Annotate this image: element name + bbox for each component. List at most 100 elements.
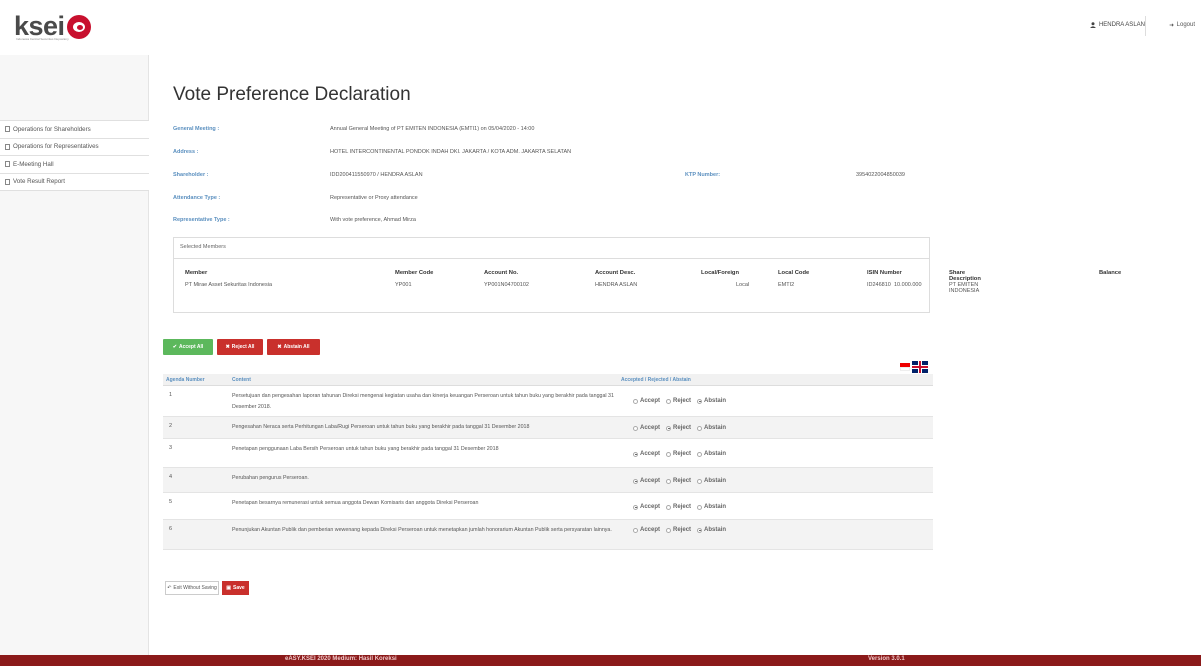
document-icon xyxy=(5,126,10,133)
agenda-content: Perubahan pengurus Perseroan. xyxy=(232,475,309,481)
page-footer: eASY.KSEI 2020 Medium: Hasil Koreksi Ver… xyxy=(0,655,1201,666)
general-meeting-value: Annual General Meeting of PT EMITEN INDO… xyxy=(330,126,535,132)
selected-members-panel: Selected Members Member Member Code Acco… xyxy=(173,237,1121,313)
sidebar-item-emeeting-hall[interactable]: E-Meeting Hall xyxy=(0,156,149,174)
footer-copyright: eASY.KSEI 2020 Medium: Hasil Koreksi xyxy=(285,656,397,662)
agenda-number: 6 xyxy=(169,526,173,532)
exit-label: Exit Without Saving xyxy=(173,585,217,591)
agenda-number: 4 xyxy=(169,474,173,480)
col-header-local-foreign: Local/Foreign xyxy=(701,270,740,276)
agenda-number: 3 xyxy=(169,445,173,451)
vote-options: Accept Reject Abstain xyxy=(633,451,726,457)
agenda-content: Pengesahan Neraca serta Perhitungan Laba… xyxy=(232,424,530,430)
logo-mark-icon xyxy=(66,14,91,39)
cross-icon: ✖ xyxy=(277,344,282,350)
reject-radio[interactable]: Reject xyxy=(666,398,691,404)
table-row: 5 Penetapan besarnya remunerasi untuk se… xyxy=(163,493,933,520)
uk-flag-icon[interactable] xyxy=(912,361,928,373)
account-no-cell: YP001N04700102 xyxy=(484,282,529,288)
agenda-number: 1 xyxy=(169,392,173,398)
agenda-table-header: Agenda Number Content Accepted / Rejecte… xyxy=(163,374,933,386)
agenda-content: Penetapan penggunaan Laba Bersih Persero… xyxy=(232,446,499,452)
reject-radio[interactable]: Reject xyxy=(666,451,691,457)
accept-radio[interactable]: Accept xyxy=(633,504,660,510)
reject-radio[interactable]: Reject xyxy=(666,527,691,533)
col-header-member-code: Member Code xyxy=(395,270,434,276)
sidebar-menu: Operations for Shareholders Operations f… xyxy=(0,120,149,191)
sidebar-item-label: Operations for Representatives xyxy=(13,143,99,151)
abstain-radio[interactable]: Abstain xyxy=(697,527,726,533)
attendance-type-label: Attendance Type : xyxy=(173,195,221,201)
accept-radio[interactable]: Accept xyxy=(633,451,660,457)
sidebar-item-label: E-Meeting Hall xyxy=(13,160,54,168)
sidebar-item-label: Vote Result Report xyxy=(13,178,65,186)
accept-radio[interactable]: Accept xyxy=(633,398,660,404)
abstain-all-button[interactable]: ✖ Abstain All xyxy=(267,339,320,355)
col-header-local-code: Local Code xyxy=(778,270,810,276)
abstain-radio[interactable]: Abstain xyxy=(697,504,726,510)
top-header: ksei Indonesia Central Securities Deposi… xyxy=(0,0,1201,55)
document-icon xyxy=(5,178,10,185)
accept-radio[interactable]: Accept xyxy=(633,425,660,431)
local-code-cell: EMTI2 xyxy=(778,282,795,288)
page-title: Vote Preference Declaration xyxy=(173,84,411,105)
account-desc-cell: HENDRA ASLAN xyxy=(595,282,638,288)
col-header-balance: Balance xyxy=(1099,270,1122,276)
agenda-content: Penunjukan Akuntan Publik dan pemberian … xyxy=(232,527,612,533)
table-row: 2 Pengesahan Neraca serta Perhitungan La… xyxy=(163,417,933,439)
reject-radio[interactable]: Reject xyxy=(666,478,691,484)
address-label: Address : xyxy=(173,149,199,155)
share-description-cell: PT EMITEN INDONESIA xyxy=(949,282,980,294)
footer-version: Version 3.0.1 xyxy=(868,656,905,662)
save-label: Save xyxy=(233,585,245,591)
abstain-all-label: Abstain All xyxy=(283,344,310,350)
vote-options: Accept Reject Abstain xyxy=(633,425,726,431)
table-row: 4 Perubahan pengurus Perseroan. Accept R… xyxy=(163,468,933,493)
exit-without-saving-button[interactable]: ↶ Exit Without Saving xyxy=(165,581,219,595)
save-button[interactable]: ▣ Save xyxy=(222,581,249,595)
shareholder-label: Shareholder : xyxy=(173,172,209,178)
abstain-radio[interactable]: Abstain xyxy=(697,398,726,404)
col-header-account-no: Account No. xyxy=(484,270,519,276)
vote-options: Accept Reject Abstain xyxy=(633,504,726,510)
member-name-cell: PT Mirae Asset Sekuritas Indonesia xyxy=(185,282,273,288)
ktp-value: 3954022004850039 xyxy=(856,172,905,178)
representative-type-value: With vote preference, Ahmad Mirza xyxy=(330,217,416,223)
agenda-content: Persetujuan dan pengesahan laporan tahun… xyxy=(232,393,614,410)
accept-all-button[interactable]: ✔ Accept All xyxy=(163,339,213,355)
sidebar-item-vote-result-report[interactable]: Vote Result Report xyxy=(0,173,149,191)
attendance-type-value: Representative or Proxy attendance xyxy=(330,195,418,201)
logo-subtitle: Indonesia Central Securities Depository xyxy=(16,37,69,41)
accept-radio[interactable]: Accept xyxy=(633,478,660,484)
abstain-radio[interactable]: Abstain xyxy=(697,451,726,457)
reject-all-button[interactable]: ✖ Reject All xyxy=(217,339,263,355)
panel-divider xyxy=(174,258,929,259)
isin-number-cell: ID246810 xyxy=(867,282,891,288)
document-icon xyxy=(5,161,10,168)
username-label: HENDRA ASLAN xyxy=(1098,22,1145,28)
reject-all-label: Reject All xyxy=(231,344,255,350)
header-content: Content xyxy=(232,377,251,383)
agenda-content: Penetapan besarnya remunerasi untuk semu… xyxy=(232,500,479,506)
header-agenda-number: Agenda Number xyxy=(166,377,205,383)
abstain-radio[interactable]: Abstain xyxy=(697,425,726,431)
reject-radio[interactable]: Reject xyxy=(666,504,691,510)
general-meeting-label: General Meeting : xyxy=(173,126,220,132)
col-header-share-description: Share Description xyxy=(949,270,981,282)
indonesia-flag-icon[interactable] xyxy=(900,363,910,371)
shareholder-value: IDD200411550970 / HENDRA ASLAN xyxy=(330,172,423,178)
reject-radio[interactable]: Reject xyxy=(666,425,691,431)
logout-icon xyxy=(1169,23,1174,27)
sidebar-item-operations-representatives[interactable]: Operations for Representatives xyxy=(0,138,149,156)
ktp-label: KTP Number: xyxy=(685,172,721,178)
document-icon xyxy=(5,143,10,150)
header-divider xyxy=(1145,16,1146,36)
back-arrow-icon: ↶ xyxy=(167,585,172,591)
logout-label: Logout xyxy=(1176,22,1195,28)
abstain-radio[interactable]: Abstain xyxy=(697,478,726,484)
logout-button[interactable]: Logout xyxy=(1169,22,1195,28)
user-menu[interactable]: HENDRA ASLAN xyxy=(1089,22,1145,28)
accept-radio[interactable]: Accept xyxy=(633,527,660,533)
table-row: 6 Penunjukan Akuntan Publik dan pemberia… xyxy=(163,520,933,550)
sidebar-item-operations-shareholders[interactable]: Operations for Shareholders xyxy=(0,121,149,139)
